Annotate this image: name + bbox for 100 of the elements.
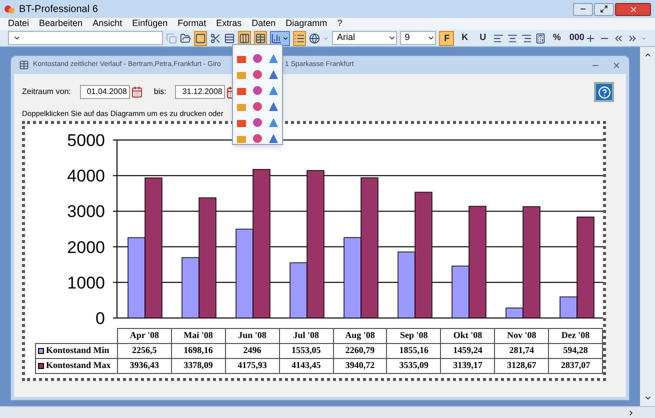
format-button[interactable]: U bbox=[475, 30, 490, 46]
chart-type-icon[interactable] bbox=[268, 101, 279, 112]
legend-label: Kontostand Max bbox=[46, 359, 111, 372]
caret-icon bbox=[388, 34, 396, 42]
axis-tick-label: 1000 bbox=[67, 274, 105, 293]
table-header-cell: Jun '08 bbox=[225, 328, 280, 344]
columns-button[interactable] bbox=[238, 30, 252, 46]
table-cell: 3940,72 bbox=[333, 358, 387, 374]
chart-type-icon[interactable] bbox=[252, 53, 263, 64]
table-header-cell: Apr '08 bbox=[117, 328, 172, 344]
date-field[interactable]: 31.12.2008 bbox=[175, 85, 226, 99]
table-cell: 2837,07 bbox=[548, 358, 602, 374]
chart-type-icon[interactable] bbox=[268, 85, 279, 96]
globe-icon bbox=[309, 32, 320, 44]
table-cell: 2496 bbox=[225, 343, 280, 358]
scroll-down-icon[interactable] bbox=[644, 394, 652, 402]
calculator-button[interactable] bbox=[535, 30, 546, 46]
table-cell: 4175,93 bbox=[225, 358, 280, 374]
list-icon bbox=[294, 32, 306, 44]
bar-chart-icon bbox=[271, 32, 282, 44]
plus-icon bbox=[585, 32, 596, 44]
menu-item[interactable]: Datei bbox=[8, 17, 30, 31]
menu-item[interactable]: Einfügen bbox=[132, 17, 168, 31]
maximize-button[interactable] bbox=[594, 2, 614, 16]
cut-icon bbox=[210, 32, 222, 44]
dropdown-field[interactable] bbox=[8, 31, 164, 45]
chart-type-icon[interactable] bbox=[252, 85, 263, 96]
help-button[interactable] bbox=[594, 82, 614, 102]
date-field[interactable]: 01.04.2008 bbox=[80, 85, 130, 99]
maximize-icon bbox=[600, 5, 608, 13]
calculator-icon bbox=[535, 32, 546, 44]
chart-type-icon[interactable] bbox=[252, 101, 263, 112]
close-icon[interactable] bbox=[612, 60, 621, 70]
format-button[interactable]: 000 bbox=[567, 30, 582, 46]
chart-type-icon[interactable] bbox=[236, 85, 247, 96]
rows-icon bbox=[224, 32, 236, 44]
align-right-icon bbox=[521, 32, 532, 44]
scroll-up-icon[interactable] bbox=[644, 51, 652, 59]
table-cell: 3378,09 bbox=[171, 358, 226, 374]
caret-icon bbox=[282, 34, 290, 42]
menu-item[interactable]: Daten bbox=[252, 17, 276, 31]
app-icon bbox=[4, 4, 15, 14]
table-header-cell: Dez '08 bbox=[548, 328, 602, 344]
menu-item[interactable]: Diagramm bbox=[286, 17, 328, 31]
menu-item[interactable]: Ansicht bbox=[92, 17, 122, 31]
close-icon bbox=[628, 4, 638, 14]
window-title: BT-Professional 6 bbox=[19, 2, 98, 16]
dropdown-field[interactable]: 9 bbox=[400, 31, 436, 45]
close-button[interactable] bbox=[615, 2, 651, 16]
format-button[interactable]: F bbox=[439, 30, 454, 46]
format-button[interactable]: K bbox=[457, 30, 472, 46]
indent-icon bbox=[627, 32, 638, 44]
table-cell: 2256,5 bbox=[117, 343, 172, 358]
horizontal-scrollbar[interactable] bbox=[0, 406, 655, 418]
dropdown-field[interactable]: Arial bbox=[332, 31, 397, 45]
table-cell: 3139,17 bbox=[440, 358, 495, 374]
table-header-cell: Okt '08 bbox=[440, 328, 495, 344]
chart-type-button[interactable] bbox=[270, 30, 290, 46]
chart-type-icon[interactable] bbox=[236, 53, 247, 64]
menu-item[interactable]: Extras bbox=[216, 17, 242, 31]
axis-tick-label: 5000 bbox=[67, 131, 105, 150]
chart-type-icon[interactable] bbox=[268, 133, 279, 144]
calendar-icon[interactable] bbox=[130, 86, 143, 98]
copy-icon bbox=[166, 32, 178, 44]
list-button[interactable] bbox=[293, 30, 306, 46]
chart-type-icon[interactable] bbox=[236, 117, 247, 128]
chart-type-icon[interactable] bbox=[252, 69, 263, 80]
table-cell: 3936,43 bbox=[117, 358, 172, 374]
field-label: bis: bbox=[154, 86, 166, 98]
table-header-cell: Mai '08 bbox=[171, 328, 226, 344]
table-cell: 281,74 bbox=[494, 343, 549, 358]
table-cell: 1855,16 bbox=[386, 343, 441, 358]
menu-item[interactable]: Format bbox=[178, 17, 206, 31]
chart-type-icon[interactable] bbox=[268, 53, 279, 64]
align-center-icon bbox=[507, 32, 518, 44]
frame-icon bbox=[195, 32, 206, 44]
legend-label: Kontostand Min bbox=[46, 344, 110, 357]
table-cell: 1459,24 bbox=[440, 343, 495, 358]
menu-item[interactable]: Bearbeiten bbox=[39, 17, 83, 31]
format-button[interactable]: % bbox=[549, 30, 564, 46]
scroll-right-icon[interactable] bbox=[627, 408, 635, 416]
table-header-cell: Nov '08 bbox=[494, 328, 549, 344]
chart-type-icon[interactable] bbox=[268, 69, 279, 80]
caret-icon bbox=[427, 34, 436, 42]
menu-item[interactable]: ? bbox=[337, 17, 342, 31]
outdent-icon bbox=[613, 32, 624, 44]
folder-icon bbox=[180, 32, 192, 44]
chart-type-icon[interactable] bbox=[252, 133, 263, 144]
chart-type-icon[interactable] bbox=[252, 117, 263, 128]
document-icon bbox=[19, 60, 29, 70]
table-icon bbox=[255, 32, 266, 44]
frame-button[interactable] bbox=[194, 30, 208, 46]
chart-type-icon[interactable] bbox=[268, 117, 279, 128]
globe-button[interactable] bbox=[309, 30, 320, 46]
vertical-scrollbar[interactable] bbox=[640, 47, 655, 406]
align-left-icon bbox=[493, 32, 504, 44]
table-button[interactable] bbox=[254, 30, 268, 46]
table-cell: 3128,67 bbox=[494, 358, 549, 374]
caret-icon bbox=[13, 34, 21, 42]
table-header-cell: Sep '08 bbox=[386, 328, 441, 344]
